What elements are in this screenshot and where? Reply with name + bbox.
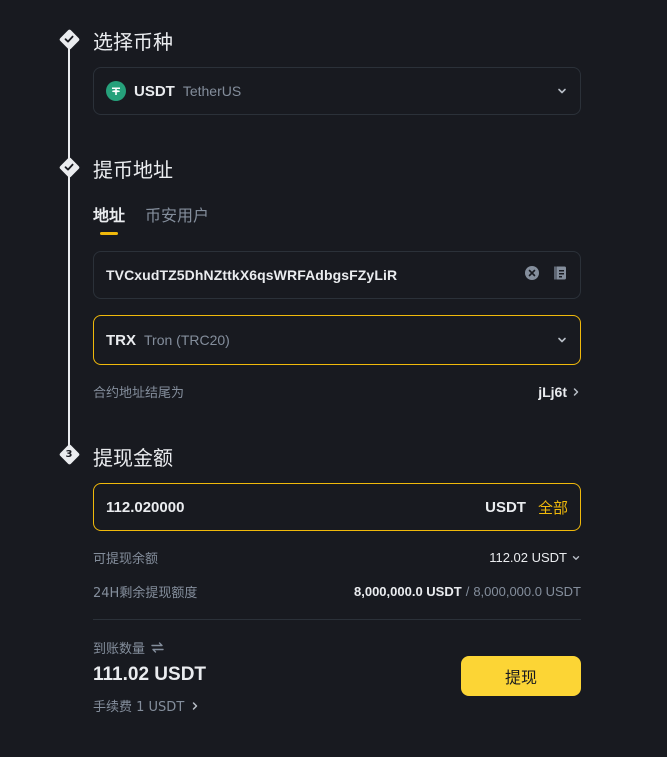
amount-unit: USDT (485, 498, 526, 516)
fee-text: 手续费 1 USDT (93, 700, 185, 715)
amount-input[interactable]: 112.020000 USDT 全部 (93, 483, 581, 531)
receive-label: 到账数量 (93, 642, 146, 657)
limit-remaining: 8,000,000.0 USDT (354, 584, 462, 599)
step3-number-marker: 3 (58, 443, 80, 465)
step1-check-icon (58, 28, 80, 50)
coin-name: TetherUS (182, 83, 242, 99)
clear-icon[interactable] (524, 265, 540, 286)
limit-total: 8,000,000.0 USDT (473, 584, 581, 599)
address-value: TVCxudTZ5DhNZttkX6qsWRFAdbgsFZyLiR (106, 267, 398, 283)
chevron-down-icon (556, 85, 568, 97)
chevron-right-icon (193, 701, 198, 710)
limit-value: 8,000,000.0 USDT / 8,000,000.0 USDT (354, 584, 581, 599)
address-input[interactable]: TVCxudTZ5DhNZttkX6qsWRFAdbgsFZyLiR (93, 251, 581, 299)
withdraw-button[interactable]: 提现 (461, 656, 581, 696)
tether-icon (106, 81, 126, 101)
withdraw-form: 3 选择币种 USDT TetherUS 提币地址 地址 币安用户 TVCxud… (0, 0, 667, 757)
step2-check-icon (58, 156, 80, 178)
tab-binance-user[interactable]: 币安用户 (145, 202, 209, 226)
chevron-right-icon (573, 387, 579, 396)
contract-address-row: 合约地址结尾为 jLj6t (93, 382, 581, 401)
step3-title: 提现金额 (93, 446, 173, 470)
available-balance-row: 可提现余额 112.02 USDT (93, 548, 581, 567)
network-select[interactable]: TRX Tron (TRC20) (93, 315, 581, 365)
swap-icon[interactable] (151, 642, 164, 653)
contract-label: 合约地址结尾为 (93, 386, 185, 401)
withdraw-limit-row: 24H剩余提现额度 8,000,000.0 USDT / 8,000,000.0… (93, 582, 581, 601)
chevron-down-icon (572, 555, 580, 560)
amount-value: 112.020000 (106, 498, 185, 516)
contract-link[interactable]: jLj6t (538, 384, 581, 400)
network-name: Tron (TRC20) (144, 332, 230, 348)
address-tabs: 地址 币安用户 (93, 202, 209, 226)
available-dropdown[interactable]: 112.02 USDT (489, 550, 581, 565)
step3-number: 3 (65, 448, 73, 460)
available-value: 112.02 USDT (489, 550, 567, 565)
coin-select[interactable]: USDT TetherUS (93, 67, 581, 115)
active-tab-indicator (100, 232, 118, 235)
receive-label-row: 到账数量 (93, 638, 164, 657)
receive-amount: 111.02 USDT (93, 664, 207, 685)
step2-title: 提币地址 (93, 158, 173, 182)
max-button[interactable]: 全部 (538, 497, 568, 518)
limit-label: 24H剩余提现额度 (93, 586, 198, 601)
tab-address[interactable]: 地址 (93, 202, 125, 226)
coin-symbol: USDT (134, 82, 175, 100)
contract-value: jLj6t (538, 383, 567, 400)
limit-separator: / (465, 584, 470, 599)
available-label: 可提现余额 (93, 552, 159, 567)
address-book-icon[interactable] (552, 265, 568, 286)
chevron-down-icon (556, 334, 568, 346)
timeline-line (68, 40, 70, 454)
fee-link[interactable]: 手续费 1 USDT (93, 696, 200, 715)
divider (93, 619, 581, 620)
network-symbol: TRX (106, 331, 136, 349)
step1-title: 选择币种 (93, 30, 173, 54)
